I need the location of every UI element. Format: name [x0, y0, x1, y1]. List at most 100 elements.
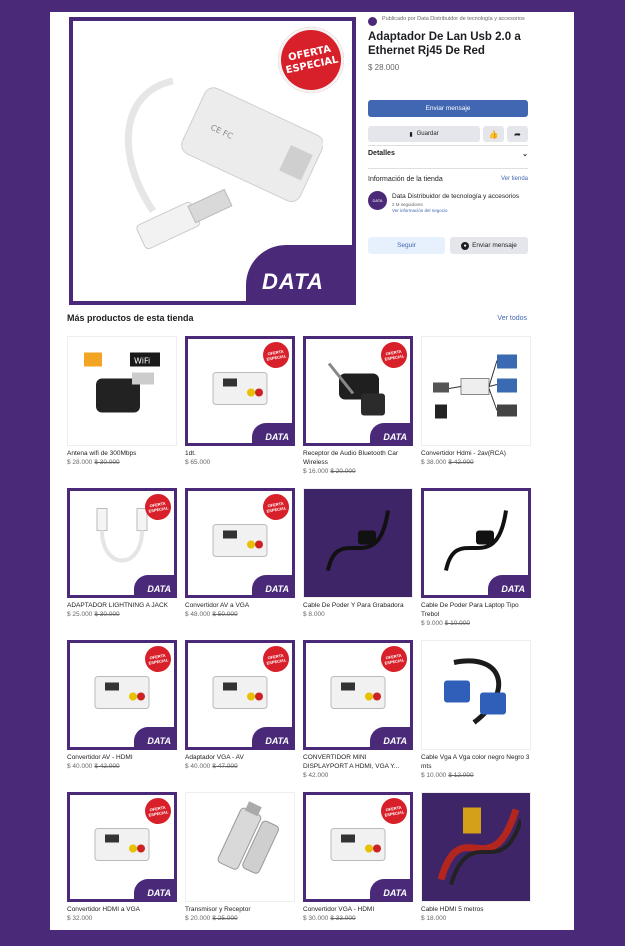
product-thumbnail[interactable]: OFERTA ESPECIAL DATA	[303, 640, 413, 750]
more-products-title: Más productos de esta tienda	[67, 313, 194, 323]
store-info-label: Información de la tienda	[368, 176, 443, 183]
send-message-secondary-button[interactable]: ● Enviar mensaje	[450, 237, 528, 254]
store-info-header: Información de la tienda Ver tienda	[368, 176, 528, 183]
product-name[interactable]: CONVERTIDOR MINI DISPLAYPORT A HDMI, VGA…	[303, 753, 413, 771]
published-by-text[interactable]: Publicado por Data Distribuidor de tecno…	[382, 16, 525, 23]
main-product-image[interactable]: CE FC OFERTA ESPECIAL DATA	[69, 17, 356, 305]
product-thumbnail[interactable]: OFERTA ESPECIAL DATA	[185, 488, 295, 598]
product-card[interactable]: OFERTA ESPECIAL DATA Convertidor AV - HDMI…	[67, 640, 177, 792]
product-price: $ 30.000	[303, 915, 329, 922]
product-name[interactable]: Convertidor VGA - HDMI	[303, 905, 413, 914]
product-price: $ 18.000	[421, 915, 447, 922]
usb-ethernet-adapter-image: CE FC	[124, 77, 323, 250]
product-card[interactable]: OFERTA ESPECIAL DATA Convertidor HDMI a VG…	[67, 792, 177, 944]
chevron-down-icon: ⌄	[522, 151, 528, 158]
product-card[interactable]: OFERTA ESPECIAL DATA CONVERTIDOR MINI DISP…	[303, 640, 413, 792]
view-store-link[interactable]: Ver tienda	[501, 176, 528, 183]
product-card[interactable]: Cable HDMI 5 metros $ 18.000	[421, 792, 531, 944]
product-price-row: $ 28.000 $ 30.000	[67, 458, 177, 467]
thumbs-up-icon: 👍	[488, 129, 499, 139]
product-old-price: $ 20.000	[330, 468, 356, 475]
product-card[interactable]: Cable Vga A Vga color negro Negro 3 mts $…	[421, 640, 531, 792]
product-thumbnail[interactable]: WiFi	[67, 336, 177, 446]
product-name[interactable]: Cable De Poder Y Para Grabadora	[303, 601, 413, 610]
product-price-row: $ 40.000 $ 42.000	[67, 762, 177, 771]
product-thumbnail[interactable]	[421, 336, 531, 446]
product-card[interactable]: OFERTA ESPECIAL DATA Convertidor AV a VGA $…	[185, 488, 295, 640]
svg-text:WiFi: WiFi	[134, 357, 150, 366]
save-label: Guardar	[416, 131, 439, 137]
product-card[interactable]: OFERTA ESPECIAL DATA Receptor de Audio Blu…	[303, 336, 413, 488]
product-price: $ 8.000	[303, 611, 325, 618]
details-label: Detalles	[368, 150, 395, 157]
product-card[interactable]: Cable De Poder Y Para Grabadora $ 8.000	[303, 488, 413, 640]
see-all-link[interactable]: Ver todos	[497, 315, 527, 322]
product-name[interactable]: Convertidor HDMI a VGA	[67, 905, 177, 914]
more-products-header: Más productos de esta tienda Ver todos	[67, 313, 527, 323]
product-name[interactable]: Convertidor AV - HDMI	[67, 753, 177, 762]
save-button[interactable]: ▮ Guardar	[368, 126, 480, 142]
product-name[interactable]: 1dt.	[185, 449, 295, 458]
product-name[interactable]: Cable Vga A Vga color negro Negro 3 mts	[421, 753, 531, 771]
product-thumbnail[interactable]: OFERTA ESPECIAL DATA	[185, 640, 295, 750]
store-dot-icon	[368, 17, 377, 26]
product-price-row: $ 18.000	[421, 914, 531, 923]
product-thumbnail[interactable]: OFERTA ESPECIAL DATA	[67, 488, 177, 598]
product-thumbnail[interactable]	[421, 640, 531, 750]
data-logo: DATA	[488, 575, 528, 595]
product-price: $ 25.000	[67, 611, 93, 618]
product-name[interactable]: Transmisor y Receptor	[185, 905, 295, 914]
product-name[interactable]: Cable De Poder Para Laptop Tipo Trebol	[421, 601, 531, 619]
product-thumbnail[interactable]	[185, 792, 295, 902]
product-price-row: $ 20.000 $ 25.000	[185, 914, 295, 923]
product-card[interactable]: OFERTA ESPECIAL DATA Adaptador VGA - AV $ 4…	[185, 640, 295, 792]
product-card[interactable]: OFERTA ESPECIAL DATA Convertidor VGA - HDM…	[303, 792, 413, 944]
product-card[interactable]: DATA Cable De Poder Para Laptop Tipo Treb…	[421, 488, 531, 640]
follow-button[interactable]: Seguir	[368, 237, 445, 254]
product-name[interactable]: ADAPTADOR LIGHTNING A JACK	[67, 601, 177, 610]
product-price: $ 20.000	[185, 915, 211, 922]
product-card[interactable]: OFERTA ESPECIAL DATA ADAPTADOR LIGHTNING A…	[67, 488, 177, 640]
product-price-row: $ 42.000	[303, 771, 413, 780]
product-thumbnail[interactable]: OFERTA ESPECIAL DATA	[185, 336, 295, 446]
product-thumbnail[interactable]: OFERTA ESPECIAL DATA	[303, 792, 413, 902]
product-name[interactable]: Antena wifi de 300Mbps	[67, 449, 177, 458]
product-old-price: $ 30.000	[94, 459, 120, 466]
product-name[interactable]: Cable HDMI 5 metros	[421, 905, 531, 914]
product-thumbnail[interactable]	[303, 488, 413, 598]
data-logo: DATA	[370, 727, 410, 747]
product-image	[200, 800, 280, 895]
product-image	[321, 815, 395, 880]
product-card[interactable]: Convertidor Hdmi - 2av(RCA) $ 38.000 $ 42.…	[421, 336, 531, 488]
product-image	[85, 815, 159, 880]
product-thumbnail[interactable]: OFERTA ESPECIAL DATA	[67, 640, 177, 750]
product-name[interactable]: Adaptador VGA - AV	[185, 753, 295, 762]
like-button[interactable]: 👍	[483, 126, 504, 142]
product-price: $ 65.000	[185, 459, 211, 466]
product-image	[434, 653, 518, 738]
store-avatar[interactable]: DATA	[368, 191, 387, 210]
divider	[368, 168, 528, 169]
product-thumbnail[interactable]	[421, 792, 531, 902]
store-name[interactable]: Data Distribuidor de tecnología y acceso…	[392, 193, 519, 201]
product-card[interactable]: WiFi Antena wifi de 300Mbps $ 28.000 $ 30.0…	[67, 336, 177, 488]
store-more-info-link[interactable]: Ver información del negocio	[392, 208, 519, 214]
bookmark-icon: ▮	[409, 131, 413, 138]
product-thumbnail[interactable]: OFERTA ESPECIAL DATA	[303, 336, 413, 446]
share-button[interactable]: ➦	[507, 126, 528, 142]
data-logo: DATA	[252, 423, 292, 443]
details-toggle[interactable]: Detalles ⌄	[368, 150, 528, 158]
product-price-row: $ 32.000	[67, 914, 177, 923]
product-name[interactable]: Receptor de Audio Bluetooth Car Wireless	[303, 449, 413, 467]
data-logo: DATA	[134, 575, 174, 595]
product-name[interactable]: Convertidor AV a VGA	[185, 601, 295, 610]
product-image	[203, 359, 277, 424]
send-message-button[interactable]: Enviar mensaje	[368, 100, 528, 117]
product-name[interactable]: Convertidor Hdmi - 2av(RCA)	[421, 449, 531, 458]
product-thumbnail[interactable]: DATA	[421, 488, 531, 598]
product-card[interactable]: OFERTA ESPECIAL DATA 1dt. $ 65.000	[185, 336, 295, 488]
product-image	[321, 663, 395, 728]
product-thumbnail[interactable]: OFERTA ESPECIAL DATA	[67, 792, 177, 902]
product-card[interactable]: Transmisor y Receptor $ 20.000 $ 25.000	[185, 792, 295, 944]
messenger-icon: ●	[461, 241, 470, 250]
